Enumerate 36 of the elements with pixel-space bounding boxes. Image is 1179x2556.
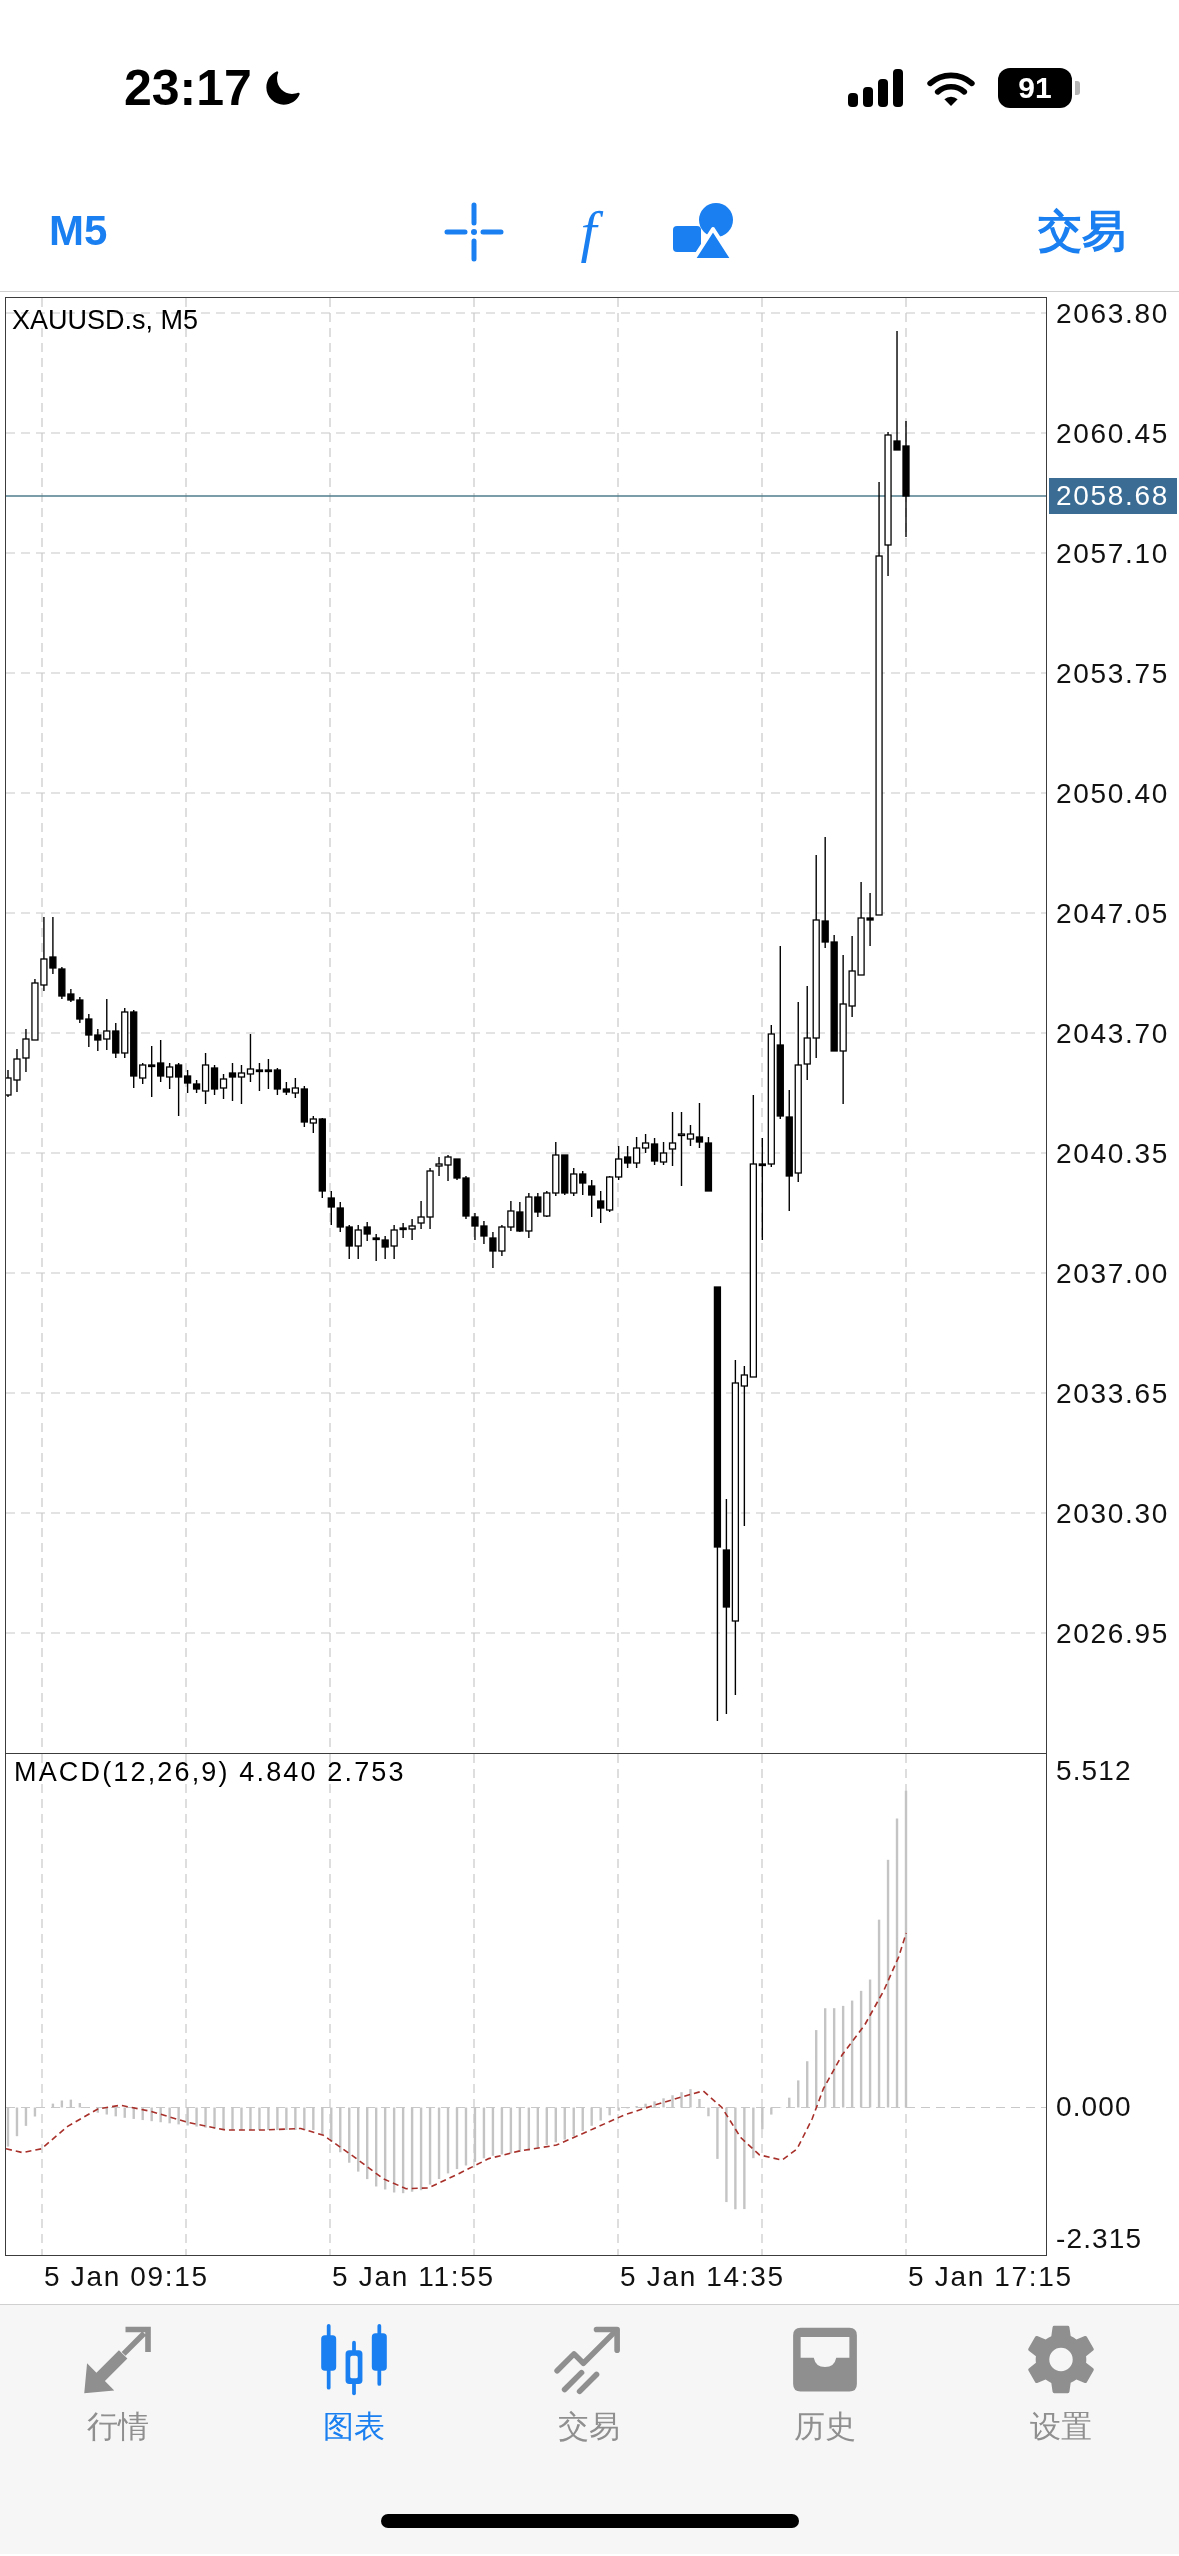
price-axis-label: 2063.80 xyxy=(1056,297,1170,331)
moon-icon xyxy=(263,69,302,107)
price-axis-label: 2043.70 xyxy=(1056,1017,1170,1051)
current-price-label: 2058.68 xyxy=(1049,478,1177,514)
price-axis-label: 2060.45 xyxy=(1056,417,1170,451)
battery-indicator: 91 xyxy=(998,68,1080,108)
time-axis-label: 5 Jan 09:15 xyxy=(44,2261,209,2292)
macd-axis-label: -2.315 xyxy=(1056,2222,1144,2256)
price-axis-label: 2026.95 xyxy=(1056,1617,1170,1651)
macd-axis-label: 5.512 xyxy=(1056,1754,1133,1788)
price-axis-label: 2050.40 xyxy=(1056,777,1170,811)
price-axis-label: 2037.00 xyxy=(1056,1257,1170,1291)
macd-label: MACD(12,26,9) 4.840 2.753 xyxy=(14,1756,406,1788)
time-axis-label: 5 Jan 14:35 xyxy=(620,2261,785,2292)
price-axis-label: 2030.30 xyxy=(1056,1497,1170,1531)
price-axis-label: 2047.05 xyxy=(1056,897,1170,931)
symbol-label: XAUUSD.s, M5 xyxy=(12,304,199,336)
tab-item[interactable]: 行情 xyxy=(0,2322,236,2445)
tab-item[interactable]: 历史 xyxy=(707,2322,944,2445)
tab-item[interactable]: 设置 xyxy=(943,2322,1179,2445)
macd-axis-label: 0.000 xyxy=(1056,2090,1133,2124)
trade-button[interactable]: 交易 xyxy=(1038,208,1126,253)
wifi-icon xyxy=(926,70,976,106)
tab-item[interactable]: 图表 xyxy=(235,2322,472,2445)
price-axis-label: 2057.10 xyxy=(1056,537,1170,571)
price-axis-label: 2040.35 xyxy=(1056,1137,1170,1171)
time-axis-label: 5 Jan 11:55 xyxy=(332,2261,495,2292)
price-axis-label: 2033.65 xyxy=(1056,1377,1170,1411)
signal-icon xyxy=(848,69,904,107)
timeframe-button[interactable]: M5 xyxy=(49,209,108,252)
time-axis-label: 5 Jan 17:15 xyxy=(908,2261,1073,2292)
price-axis-label: 2053.75 xyxy=(1056,657,1170,691)
crosshair-icon[interactable] xyxy=(444,201,505,262)
status-time: 23:17 xyxy=(124,63,252,113)
indicators-button[interactable]: f xyxy=(570,192,607,271)
tab-item[interactable]: 交易 xyxy=(471,2322,708,2445)
